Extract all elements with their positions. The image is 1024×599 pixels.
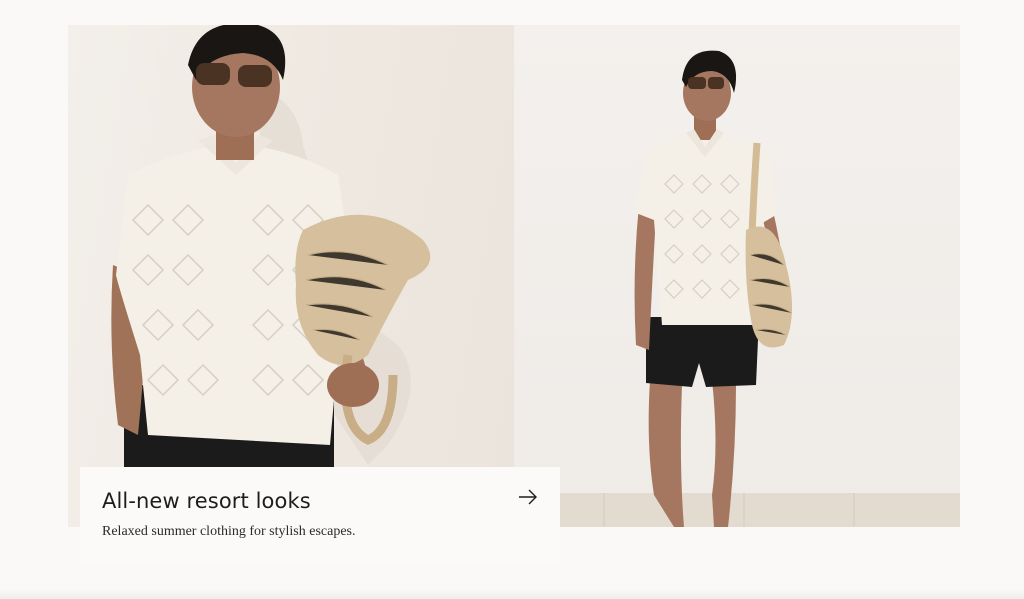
model-closeup-illustration (111, 25, 431, 467)
resort-look-photo-right[interactable] (514, 25, 960, 527)
promo-card[interactable]: All-new resort looks Relaxed summer clot… (80, 467, 560, 565)
promo-subtitle: Relaxed summer clothing for stylish esca… (102, 524, 356, 539)
model-fullbody-illustration (514, 50, 960, 527)
promo-title[interactable]: All-new resort looks (102, 489, 311, 513)
resort-looks-banner: All-new resort looks Relaxed summer clot… (0, 0, 1024, 599)
resort-look-photo-left[interactable] (68, 25, 514, 527)
page-bottom-edge (0, 589, 1024, 599)
arrow-right-icon[interactable] (516, 485, 540, 509)
